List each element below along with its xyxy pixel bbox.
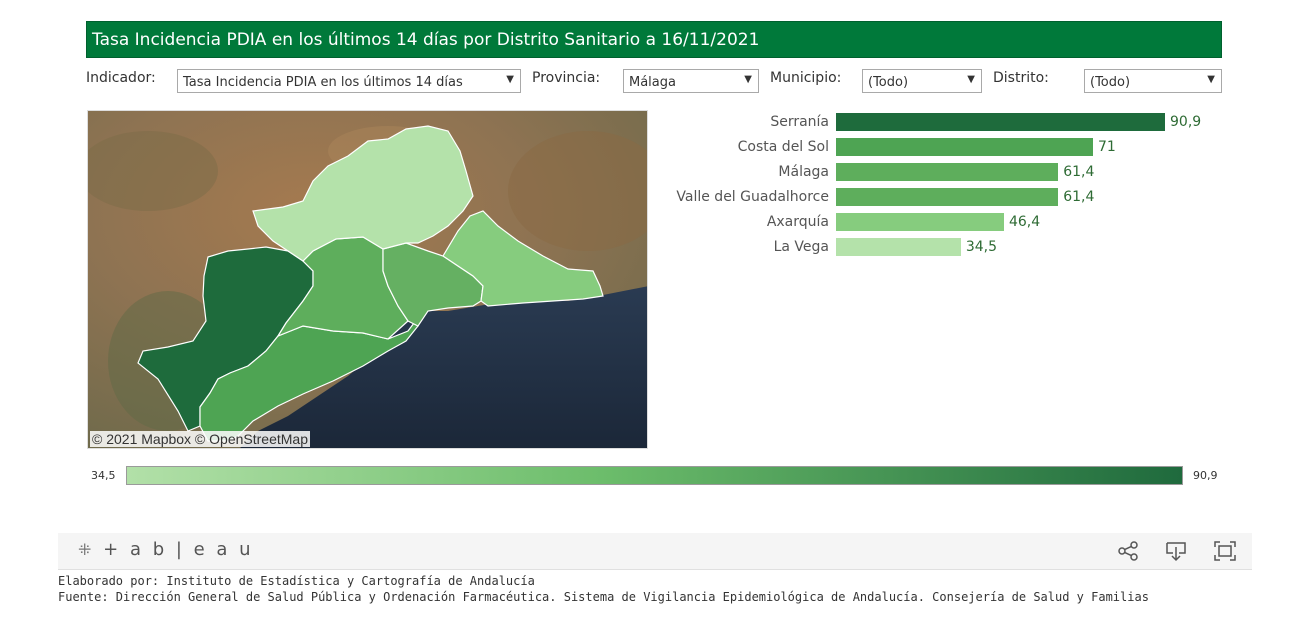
bar-category-label: Costa del Sol	[737, 139, 829, 155]
provincia-label: Provincia:	[532, 70, 601, 86]
color-legend-bar	[126, 466, 1183, 485]
indicador-value: Tasa Incidencia PDIA en los últimos 14 d…	[183, 75, 463, 90]
municipio-dropdown[interactable]: (Todo) ▼	[862, 69, 982, 93]
bar-value-label: 61,4	[1063, 189, 1095, 205]
bar-mark[interactable]	[836, 163, 1059, 181]
chevron-down-icon: ▼	[967, 74, 975, 85]
download-icon[interactable]	[1164, 539, 1188, 563]
municipio-value: (Todo)	[868, 75, 909, 90]
indicador-dropdown[interactable]: Tasa Incidencia PDIA en los últimos 14 d…	[177, 69, 521, 93]
bar-category-label: Serranía	[770, 114, 829, 130]
distrito-dropdown[interactable]: (Todo) ▼	[1084, 69, 1222, 93]
tableau-cross-icon: ⁜	[78, 540, 95, 559]
map-attribution: © 2021 Mapbox © OpenStreetMap	[90, 431, 310, 447]
bar-mark[interactable]	[836, 138, 1093, 156]
municipio-label: Municipio:	[770, 70, 842, 86]
indicador-label: Indicador:	[86, 70, 156, 86]
legend-max-value: 90,9	[1193, 469, 1218, 482]
bar-value-label: 90,9	[1170, 114, 1202, 130]
dashboard-title: Tasa Incidencia PDIA en los últimos 14 d…	[92, 30, 760, 50]
fullscreen-icon[interactable]	[1213, 539, 1237, 563]
provincia-value: Málaga	[629, 75, 676, 90]
bar-mark[interactable]	[836, 213, 1004, 231]
distrito-label: Distrito:	[993, 70, 1049, 86]
footer-credits: Elaborado por: Instituto de Estadística …	[58, 574, 535, 588]
bar-category-label: La Vega	[773, 239, 829, 255]
chevron-down-icon: ▼	[1207, 74, 1215, 85]
tableau-wordmark: + a b | e a u	[103, 539, 254, 560]
bar-value-label: 61,4	[1063, 164, 1095, 180]
provincia-dropdown[interactable]: Málaga ▼	[623, 69, 759, 93]
tableau-toolbar: ⁜ + a b | e a u	[58, 533, 1252, 570]
bar-value-label: 71	[1097, 139, 1116, 155]
bar-mark[interactable]	[836, 113, 1165, 131]
bar-value-label: 34,5	[965, 239, 998, 255]
chevron-down-icon: ▼	[744, 74, 752, 85]
bar-category-label: Valle del Guadalhorce	[676, 189, 829, 205]
distrito-value: (Todo)	[1090, 75, 1131, 90]
bar-category-label: Axarquía	[766, 214, 829, 230]
bar-mark[interactable]	[836, 188, 1059, 206]
bar-category-label: Málaga	[778, 164, 829, 180]
chevron-down-icon: ▼	[506, 74, 514, 85]
bar-value-label: 46,4	[1008, 214, 1041, 230]
bar-mark[interactable]	[836, 238, 961, 256]
district-map[interactable]: © 2021 Mapbox © OpenStreetMap	[87, 110, 648, 449]
share-icon[interactable]	[1116, 539, 1140, 563]
dashboard-title-bar: Tasa Incidencia PDIA en los últimos 14 d…	[86, 21, 1222, 58]
footer-source: Fuente: Dirección General de Salud Públi…	[58, 590, 1149, 604]
legend-min-value: 34,5	[91, 469, 116, 482]
tableau-logo[interactable]: ⁜ + a b | e a u	[78, 539, 254, 560]
